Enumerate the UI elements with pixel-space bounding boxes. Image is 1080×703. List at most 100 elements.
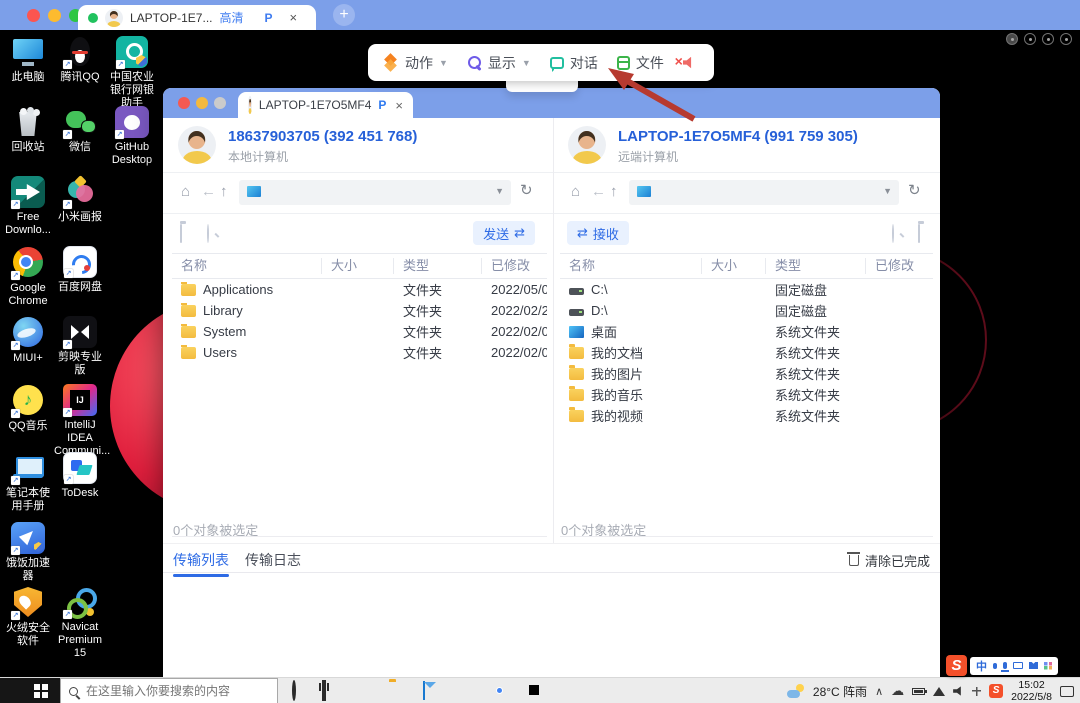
column-type[interactable]: 类型 bbox=[394, 258, 482, 274]
desktop-icon-notebook-manual[interactable]: ↗ 笔记本使用手册 bbox=[2, 452, 54, 513]
desktop-icon-chrome[interactable]: ↗ Google Chrome bbox=[2, 246, 54, 308]
search-icon[interactable] bbox=[207, 224, 209, 243]
touch-keyboard-icon[interactable] bbox=[972, 686, 982, 696]
keyboard-icon[interactable] bbox=[1013, 662, 1023, 669]
sogou-tray-icon[interactable]: S bbox=[989, 684, 1004, 698]
refresh-icon[interactable]: ↻ bbox=[908, 181, 921, 199]
window-title-bar[interactable]: LAPTOP-1E7O5MF4 P × bbox=[163, 88, 940, 118]
local-path-input[interactable]: ▼ bbox=[239, 180, 511, 205]
desktop-icon-github-desktop[interactable]: ↗ GitHub Desktop bbox=[106, 106, 158, 167]
chat-button[interactable]: 对话 bbox=[549, 53, 598, 73]
up-icon[interactable]: ↑ bbox=[220, 183, 228, 200]
chevron-down-icon[interactable]: ▼ bbox=[883, 186, 892, 196]
capture-eye-icon[interactable] bbox=[1060, 33, 1072, 45]
table-row[interactable]: 我的音乐 系统文件夹 bbox=[560, 384, 933, 405]
desktop-icon-intellij[interactable]: ↗IntelliJ IDEA Communi... bbox=[54, 384, 110, 459]
table-row[interactable]: D:\ 固定磁盘 bbox=[560, 300, 933, 321]
table-row[interactable]: System 文件夹 2022/02/0... bbox=[172, 321, 547, 342]
tab-transfer-list[interactable]: 传输列表 bbox=[173, 550, 229, 577]
column-name[interactable]: 名称 bbox=[560, 258, 702, 274]
table-row[interactable]: 桌面 系统文件夹 bbox=[560, 321, 933, 342]
column-name[interactable]: 名称 bbox=[172, 258, 322, 274]
window-zoom-button[interactable] bbox=[214, 97, 226, 109]
clock[interactable]: 15:02 2022/5/8 bbox=[1011, 679, 1052, 703]
battery-icon[interactable] bbox=[912, 687, 928, 695]
table-row[interactable]: Library 文件夹 2022/02/2... bbox=[172, 300, 547, 321]
desktop-icon-wechat[interactable]: ↗ 微信 bbox=[54, 106, 106, 154]
host-minimize-button[interactable] bbox=[48, 9, 61, 22]
mail-taskbar-icon[interactable] bbox=[423, 681, 425, 700]
desktop-icon-qq-music[interactable]: ♪ ↗ QQ音乐 bbox=[2, 384, 54, 433]
action-menu-button[interactable]: 动作 ▼ bbox=[384, 53, 448, 73]
column-modified[interactable]: 已修改 bbox=[482, 258, 547, 274]
network-signal-icon[interactable] bbox=[933, 686, 946, 696]
home-icon[interactable]: ⌂ bbox=[181, 183, 190, 200]
weather-icon[interactable] bbox=[786, 683, 805, 699]
table-row[interactable]: Users 文件夹 2022/02/0... bbox=[172, 342, 547, 363]
search-input[interactable] bbox=[86, 684, 256, 698]
capture-circle-icon[interactable] bbox=[1024, 33, 1036, 45]
window-tab[interactable]: LAPTOP-1E7O5MF4 P × bbox=[238, 92, 413, 118]
tab-transfer-log[interactable]: 传输日志 bbox=[245, 550, 301, 570]
desktop-icon-capcut[interactable]: ↗ 剪映专业版 bbox=[54, 316, 106, 377]
tab-close-icon[interactable]: × bbox=[395, 98, 403, 113]
host-session-tab[interactable]: LAPTOP-1E7... 高清 P × bbox=[78, 5, 316, 30]
weather-text[interactable]: 28°C 阵雨 bbox=[813, 683, 867, 700]
host-close-button[interactable] bbox=[27, 9, 40, 22]
quality-badge[interactable]: 高清 bbox=[219, 9, 243, 26]
desktop-icon-this-pc[interactable]: 此电脑 bbox=[2, 36, 54, 84]
new-folder-icon[interactable] bbox=[180, 224, 182, 243]
desktop-icon-abc-bank[interactable]: ↗ 中国农业银行网银助手 bbox=[106, 36, 158, 111]
capture-clock-icon[interactable] bbox=[1042, 33, 1054, 45]
clear-completed-button[interactable]: 清除已完成 bbox=[846, 551, 930, 570]
table-row[interactable]: C:\ 固定磁盘 bbox=[560, 279, 933, 300]
window-minimize-button[interactable] bbox=[196, 97, 208, 109]
capture-flower-icon[interactable] bbox=[1006, 33, 1018, 45]
column-modified[interactable]: 已修改 bbox=[866, 258, 933, 274]
table-row[interactable]: 我的文档 系统文件夹 bbox=[560, 342, 933, 363]
table-row[interactable]: Applications 文件夹 2022/05/0... bbox=[172, 279, 547, 300]
start-button[interactable] bbox=[0, 678, 60, 703]
table-row[interactable]: 我的视频 系统文件夹 bbox=[560, 405, 933, 426]
new-session-button[interactable]: + bbox=[333, 4, 355, 26]
send-button[interactable]: 发送 ⇄ bbox=[473, 221, 535, 245]
ime-punctuation-icon[interactable] bbox=[993, 662, 997, 669]
table-row[interactable]: 我的图片 系统文件夹 bbox=[560, 363, 933, 384]
action-center-icon[interactable] bbox=[1060, 685, 1074, 697]
cortana-button[interactable] bbox=[292, 680, 296, 701]
desktop-icon-accelerator[interactable]: ↗ 饿饭加速器 bbox=[2, 522, 54, 583]
chevron-down-icon[interactable]: ▼ bbox=[495, 186, 504, 196]
taskbar-search[interactable] bbox=[60, 678, 278, 703]
desktop-icon-huorong[interactable]: ↗ 火绒安全软件 bbox=[2, 586, 54, 648]
ime-menu-icon[interactable] bbox=[1044, 661, 1052, 670]
desktop-icon-mi-huabao[interactable]: ↗ 小米画报 bbox=[54, 175, 106, 224]
remote-path-input[interactable]: ▼ bbox=[629, 180, 899, 205]
desktop-icon-qq[interactable]: ↗ 腾讯QQ bbox=[54, 36, 106, 84]
receive-button[interactable]: ⇄ 接收 bbox=[567, 221, 629, 245]
column-size[interactable]: 大小 bbox=[322, 258, 394, 274]
home-icon[interactable]: ⌂ bbox=[571, 183, 580, 200]
up-icon[interactable]: ↑ bbox=[610, 183, 618, 200]
desktop-icon-miui-plus[interactable]: ↗ MIUI+ bbox=[2, 316, 54, 365]
refresh-icon[interactable]: ↻ bbox=[520, 181, 533, 199]
desktop-icon-fdm[interactable]: ↗ Free Downlo... bbox=[2, 176, 54, 237]
sogou-logo[interactable]: S bbox=[946, 655, 967, 676]
column-type[interactable]: 类型 bbox=[766, 258, 866, 274]
new-folder-icon[interactable] bbox=[918, 224, 920, 243]
ime-mode-indicator[interactable]: 中 bbox=[976, 658, 987, 674]
display-menu-button[interactable]: 显示 ▼ bbox=[467, 53, 531, 73]
column-size[interactable]: 大小 bbox=[702, 258, 766, 274]
back-icon[interactable]: ← bbox=[591, 183, 606, 200]
skin-icon[interactable] bbox=[1029, 662, 1038, 669]
back-icon[interactable]: ← bbox=[201, 183, 216, 200]
desktop-icon-todesk[interactable]: ↗ ToDesk bbox=[54, 452, 106, 500]
microphone-icon[interactable] bbox=[1001, 662, 1009, 672]
onedrive-cloud-icon[interactable]: ☁ bbox=[891, 683, 904, 699]
window-close-button[interactable] bbox=[178, 97, 190, 109]
hidden-icons-chevron[interactable]: ∧ bbox=[875, 685, 883, 698]
volume-icon[interactable] bbox=[953, 686, 961, 696]
desktop-icon-recycle-bin[interactable]: 回收站 bbox=[2, 106, 54, 154]
desktop-icon-navicat[interactable]: ↗ Navicat Premium 15 bbox=[54, 586, 106, 661]
desktop-icon-baidu-pan[interactable]: ↗ 百度网盘 bbox=[54, 246, 106, 294]
host-tab-close-icon[interactable]: × bbox=[290, 10, 298, 25]
